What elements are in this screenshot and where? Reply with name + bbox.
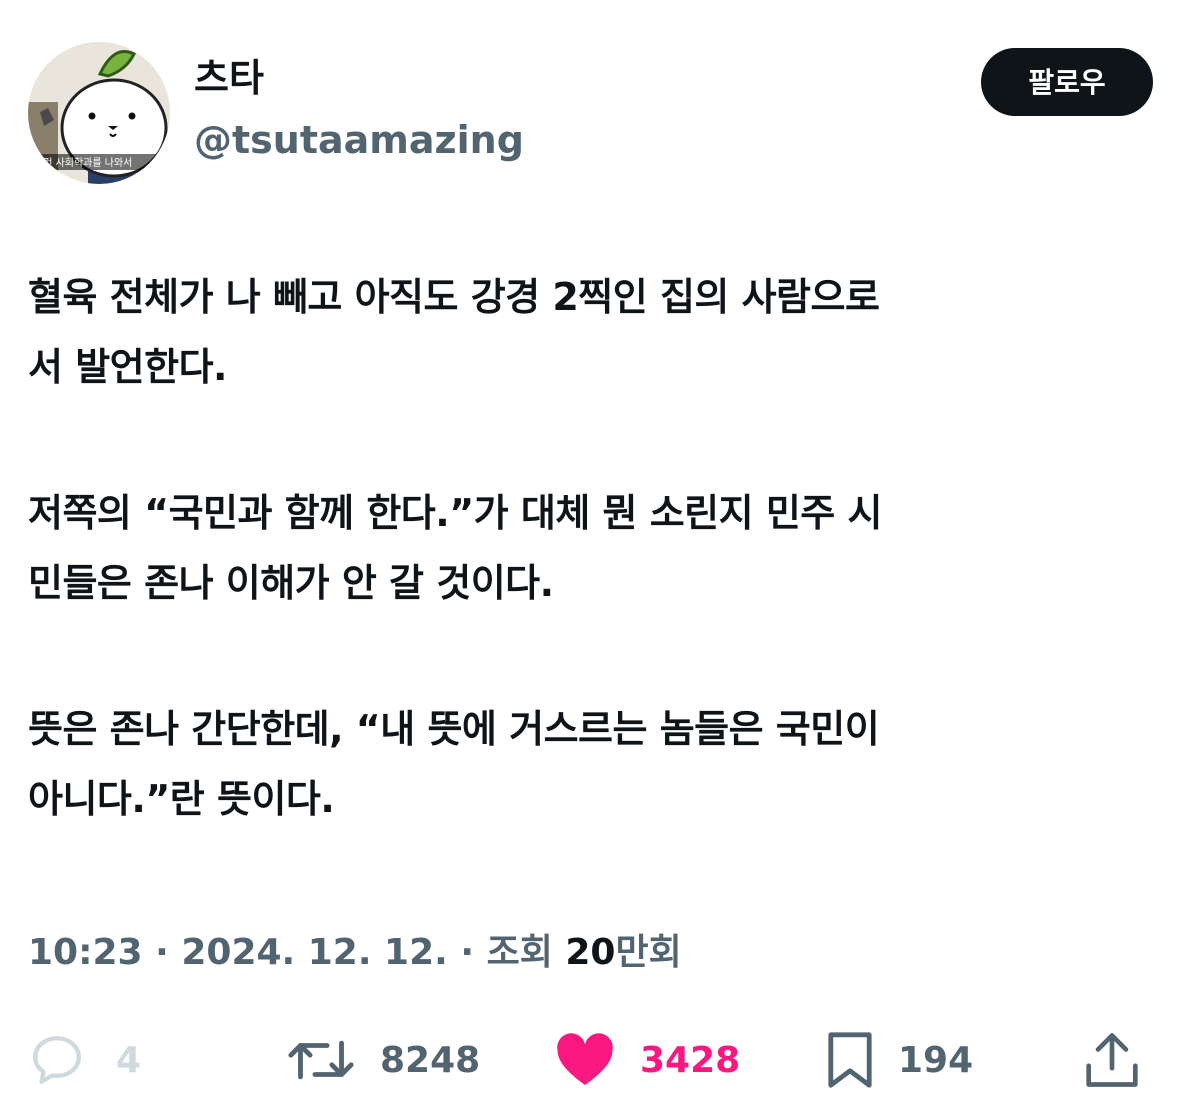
retweet-icon [288,1040,354,1080]
tweet-paragraph: 저쪽의 “국민과 함께 한다.”가 대체 뭔 소린지 민주 시민들은 존나 이해… [28,478,1148,618]
views-suffix: 만회 [615,932,682,973]
share-button[interactable] [1084,1022,1140,1098]
tweet-line: 혈육 전체가 나 빼고 아직도 강경 2찍인 집의 사람으로 [28,275,880,319]
avatar-image: 요건 사회학과를 나와서 [28,42,170,184]
views-count: 20 [565,932,616,973]
reply-icon [33,1036,81,1084]
bookmark-count: 194 [898,1039,974,1081]
heart-icon [557,1033,613,1086]
tweet-text: 혈육 전체가 나 빼고 아직도 강경 2찍인 집의 사람으로서 발언한다. 저쪽… [28,262,1148,910]
action-bar: 4 8248 3428 194 [0,1022,1179,1098]
tweet-header: 요건 사회학과를 나와서 츠타 @tsutaamazing 팔로우 [28,42,1153,187]
avatar-caption: 요건 사회학과를 나와서 [34,157,132,169]
user-handle[interactable]: @tsutaamazing [194,116,524,164]
tweet-meta: 10:23 · 2024. 12. 12. · 조회 20만회 [28,928,682,978]
share-icon [1086,1033,1138,1087]
tweet-line: 뜻은 존나 간단한데, “내 뜻에 거스르는 놈들은 국민이 [28,707,880,751]
reply-count: 4 [116,1039,142,1081]
tweet-paragraph: 혈육 전체가 나 빼고 아직도 강경 2찍인 집의 사람으로서 발언한다. [28,262,1148,402]
meta-separator: · [447,932,487,973]
like-button[interactable]: 3428 [554,1022,740,1098]
tweet-line: 아니다.”란 뜻이다. [28,777,335,821]
retweet-button[interactable]: 8248 [286,1022,480,1098]
display-name[interactable]: 츠타 [194,54,524,102]
bookmark-button[interactable]: 194 [826,1022,973,1098]
user-info: 츠타 @tsutaamazing [194,54,524,164]
views-label: 조회 [486,932,566,973]
like-count: 3428 [640,1039,741,1081]
tweet-paragraph: 뜻은 존나 간단한데, “내 뜻에 거스르는 놈들은 국민이아니다.”란 뜻이다… [28,694,1148,834]
meta-separator: · [142,932,182,973]
retweet-count: 8248 [380,1039,481,1081]
avatar[interactable]: 요건 사회학과를 나와서 [28,42,170,184]
tweet-time[interactable]: 10:23 [28,932,143,973]
tweet-date[interactable]: 2024. 12. 12. [181,932,447,973]
tweet-line: 서 발언한다. [28,345,227,389]
bookmark-icon [828,1032,872,1088]
reply-button[interactable]: 4 [28,1022,141,1098]
tweet-line: 민들은 존나 이해가 안 갈 것이다. [28,561,554,605]
tweet-line: 저쪽의 “국민과 함께 한다.”가 대체 뭔 소린지 민주 시 [28,491,882,535]
follow-button[interactable]: 팔로우 [981,48,1153,116]
